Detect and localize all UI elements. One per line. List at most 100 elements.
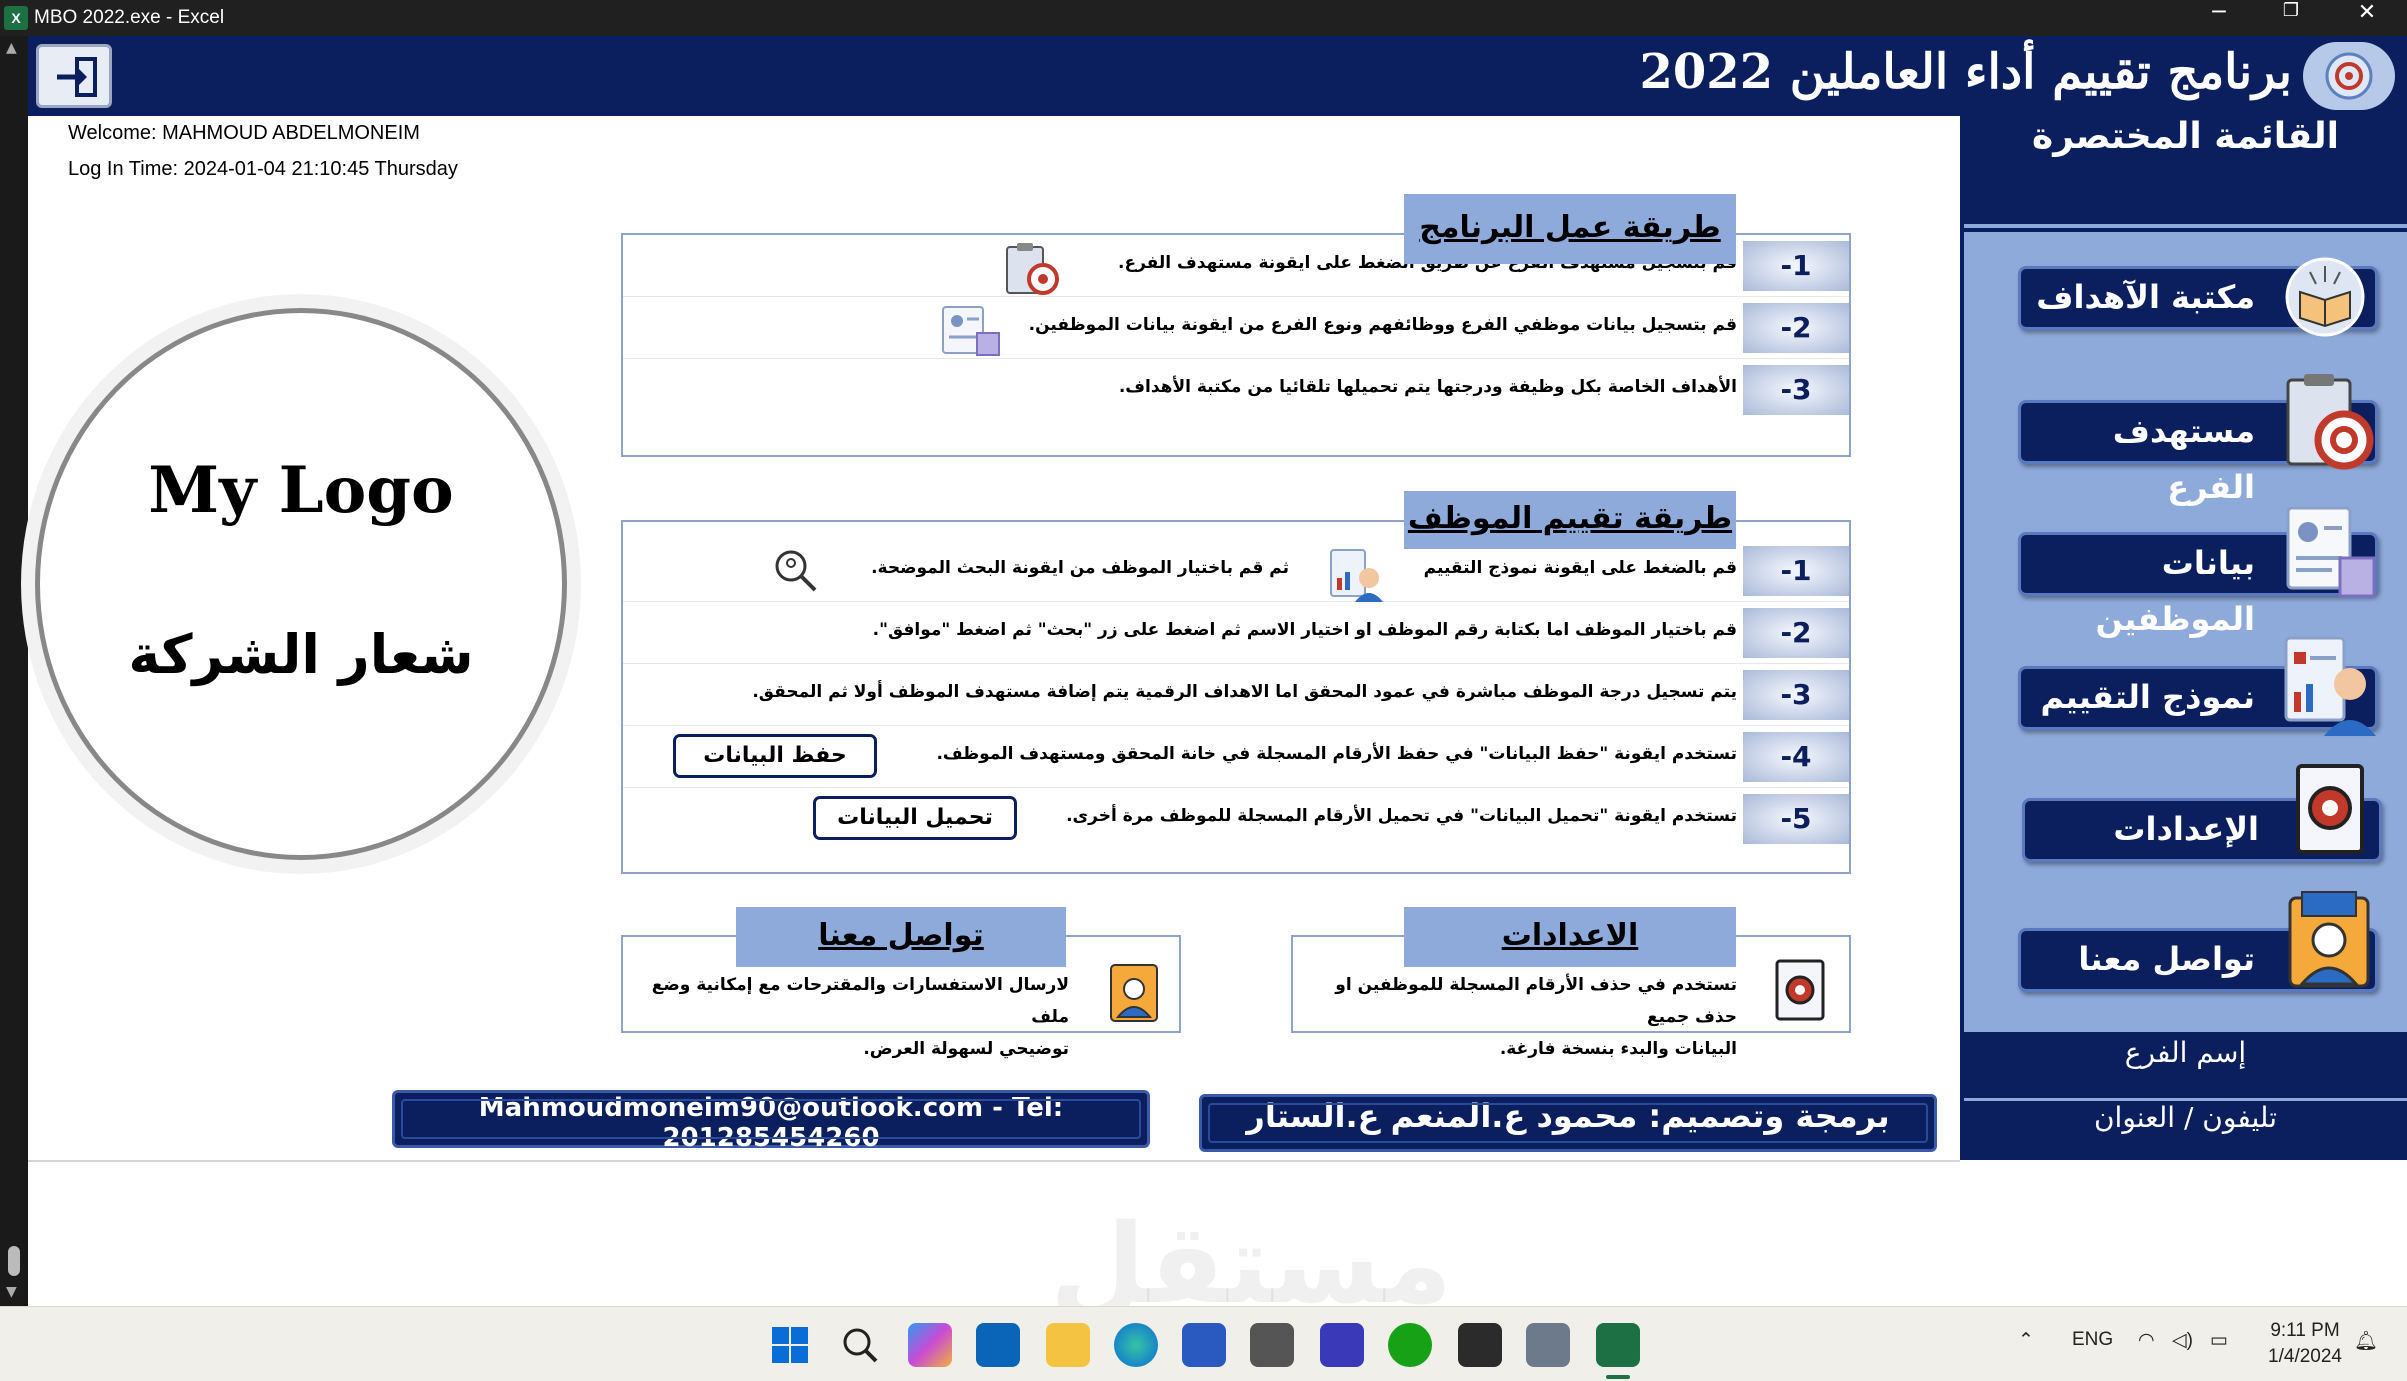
minimize-button[interactable]: ─ [2184,0,2254,36]
file-explorer-icon[interactable] [1046,1323,1090,1367]
evaluation-step-row: -4 تستخدم ايقونة "حفظ البيانات" في حفظ ا… [623,726,1849,788]
quick-menu-body: مكتبة الآهداف مستهدف الفرع بيانات الموظف… [1964,232,2407,1032]
evaluation-step-row: -1 قم بالضغط على ايقونة نموذج التقييم ثم… [623,540,1849,602]
step-text: الأهداف الخاصة بكل وظيفة ودرجتها يتم تحم… [1118,377,1737,397]
calculator-icon[interactable] [1526,1323,1570,1367]
contact-credit-bar: Mahmoudmoneim90@outlook.com - Tel: 20128… [392,1090,1150,1153]
load-data-button[interactable]: تحميل البيانات [813,796,1017,840]
goals-library-icon[interactable] [2282,254,2368,340]
logo-text-ar: شعار الشركة [128,623,474,686]
nvidia-icon[interactable] [1458,1323,1502,1367]
search-icon [775,550,817,592]
evaluation-box: -1 قم بالضغط على ايقونة نموذج التقييم ثم… [621,520,1851,874]
quick-menu-sidebar: القائمة المختصرة مكتبة الآهداف مستهدف ال… [1960,116,2407,1160]
app-title: برنامج تقييم أداء العاملين 2022 [1639,44,2293,100]
step-number: -4 [1743,732,1849,782]
contact-desc-line: لارسال الاستفسارات والمقترحات مع إمكانية… [651,975,1069,1027]
battery-icon[interactable]: ▭ [2210,1329,2228,1352]
step-text: قم بتسجيل بيانات موظفي الفرع ووظائفهم ون… [1028,315,1737,335]
copilot-icon[interactable] [908,1323,952,1367]
program-step-row: -2 قم بتسجيل بيانات موظفي الفرع ووظائفهم… [623,297,1849,359]
evaluation-step-row: -2 قم باختيار الموظف اما بكتابة رقم المو… [623,602,1849,664]
step-number: -3 [1743,670,1849,720]
app-logo-icon [2303,42,2395,110]
company-logo-placeholder: My Logo شعار الشركة [35,308,567,860]
step-text: قم بالضغط على ايقونة نموذج التقييم [1423,558,1737,578]
branch-phone-address-label: تليفون / العنوان [1964,1098,2407,1158]
menu-item-label: مكتبة الآهداف [2036,278,2255,316]
employee-data-icon [942,306,1000,356]
search-icon[interactable] [838,1323,882,1367]
outlook-icon[interactable] [976,1323,1020,1367]
developer-credit-bar: برمجة وتصميم: محمود ع.المنعم ع.الستار [1199,1094,1937,1152]
excel-icon: X [4,6,28,30]
clipboard-target-icon [1006,243,1059,295]
wifi-icon[interactable]: ◠ [2138,1329,2155,1352]
step-text: يتم تسجيل درجة الموظف مباشرة في عمود الم… [752,682,1737,702]
visual-studio-icon[interactable] [1320,1323,1364,1367]
tray-overflow-icon[interactable]: ⌃ [2018,1329,2034,1352]
menu-item-label: مستهدف الفرع [2112,412,2255,506]
start-menu-icon[interactable] [768,1323,812,1367]
scroll-up-icon[interactable]: ▲ [6,40,17,56]
login-time-text: Log In Time: 2024-01-04 21:10:45 Thursda… [68,158,458,180]
settings-label: الاعدادات [1404,907,1736,967]
step-number: -5 [1743,794,1849,844]
clock-date: 1/4/2024 [2268,1346,2342,1367]
system-clock[interactable]: 9:11 PM 1/4/2024 [2268,1318,2342,1370]
program-usage-label: طريقة عمل البرنامج [1404,194,1736,264]
clock-time: 9:11 PM [2270,1320,2340,1341]
evaluation-label: طريقة تقييم الموظف [1404,491,1736,549]
step-number: -2 [1743,608,1849,658]
active-app-indicator [1606,1375,1630,1379]
menu-item-label: تواصل معنا [2078,940,2255,978]
step-text-secondary: ثم قم باختيار الموظف من ايقونة البحث الم… [871,558,1289,578]
program-step-row: -3 الأهداف الخاصة بكل وظيفة ودرجتها يتم … [623,359,1849,421]
step-text: تستخدم ايقونة "تحميل البيانات" في تحميل … [1066,806,1737,826]
exit-icon [57,57,97,97]
store-icon[interactable] [1182,1323,1226,1367]
evaluation-step-row: -5 تستخدم ايقونة "تحميل البيانات" في تحم… [623,788,1849,850]
excel-taskbar-icon[interactable] [1596,1323,1640,1367]
xbox-icon[interactable] [1388,1323,1432,1367]
notification-bell-icon[interactable]: 🔔︎ [2354,1329,2378,1353]
evaluation-step-row: -3 يتم تسجيل درجة الموظف مباشرة في عمود … [623,664,1849,726]
save-data-button[interactable]: حفظ البيانات [673,734,877,778]
employee-data-icon[interactable] [2282,502,2378,602]
volume-icon[interactable]: ◁) [2172,1329,2193,1352]
header-banner: برنامج تقييم أداء العاملين 2022 [28,36,2407,116]
exit-button[interactable] [36,44,112,108]
restore-button[interactable]: ❐ [2256,0,2326,36]
language-indicator[interactable]: ENG [2072,1329,2113,1351]
menu-item-label: بيانات الموظفين [2095,544,2255,638]
program-usage-box: -1 قم بتسجيل مستهدف الفرع عن طريق الضغط … [621,233,1851,457]
settings-desc-line: تستخدم في حذف الأرقام المسجلة للموظفين ا… [1335,975,1737,1027]
step-number: -1 [1743,546,1849,596]
logo-text-en: My Logo [148,453,454,528]
evaluation-form-icon[interactable] [2280,632,2380,738]
edge-browser-icon[interactable] [1114,1323,1158,1367]
step-text: قم باختيار الموظف اما بكتابة رقم الموظف … [872,620,1737,640]
step-number: -2 [1743,303,1849,353]
settings-desc-line: البيانات والبدء بنسخة فارغة. [1499,1039,1737,1059]
step-number: -3 [1743,365,1849,415]
step-text: تستخدم ايقونة "حفظ البيانات" في حفظ الأر… [936,744,1737,764]
vertical-scrollbar[interactable]: ▲ ▼ [0,36,28,1306]
settings-gear-icon[interactable] [2284,760,2380,860]
scroll-thumb[interactable] [8,1246,20,1276]
contact-desc-line: توضيحي لسهولة العرض. [863,1039,1069,1059]
window-title: MBO 2022.exe - Excel [34,7,225,28]
scroll-down-icon[interactable]: ▼ [6,1284,17,1300]
step-number: -1 [1743,241,1849,291]
contact-icon[interactable] [2280,890,2380,994]
app-cube-icon[interactable] [1250,1323,1294,1367]
welcome-text: Welcome: MAHMOUD ABDELMONEIM [68,122,420,144]
branch-target-icon[interactable] [2280,372,2378,472]
settings-description: تستخدم في حذف الأرقام المسجلة للموظفين ا… [1297,969,1737,1065]
menu-item-label: نموذج التقييم [2040,678,2255,716]
close-button[interactable]: ✕ [2332,0,2402,36]
menu-item-label: الإعدادات [2113,810,2259,848]
contact-description: لارسال الاستفسارات والمقترحات مع إمكانية… [629,969,1069,1065]
windows-taskbar: ⌃ ENG ◠ ◁) ▭ 9:11 PM 1/4/2024 🔔︎ [0,1306,2407,1381]
quick-menu-title: القائمة المختصرة [1964,116,2407,228]
